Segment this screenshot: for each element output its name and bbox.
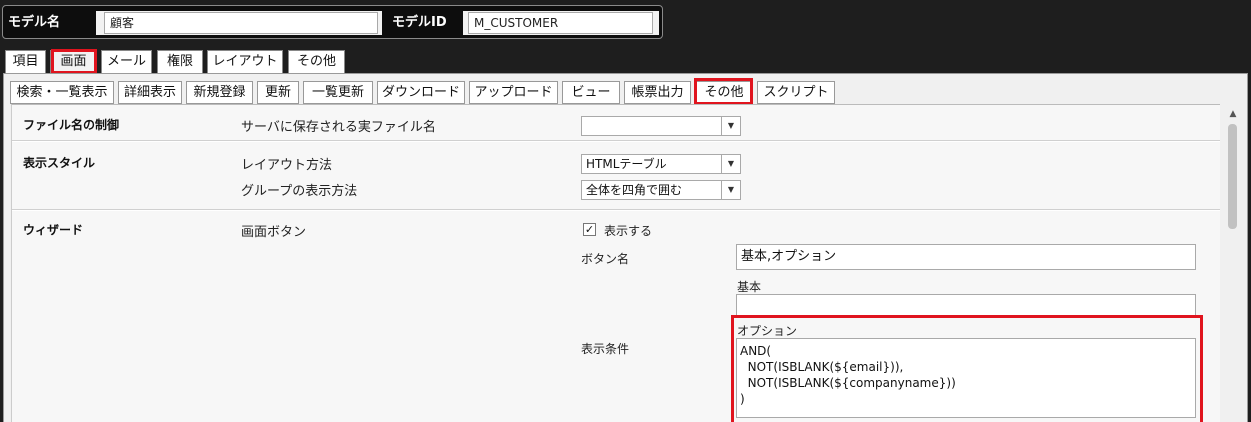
chevron-down-icon: ▼ (721, 181, 740, 199)
model-id-label: モデルID (392, 15, 447, 30)
file-name-label: サーバに保存される実ファイル名 (241, 120, 436, 135)
screen-button-label: 画面ボタン (241, 225, 307, 240)
subtab-new[interactable]: 新規登録 (186, 81, 253, 104)
highlight-screen-tab (51, 49, 97, 74)
display-style-title: 表示スタイル (23, 156, 96, 170)
display-style-section: 表示スタイル レイアウト方法 HTMLテーブル ▼ グループの表示方法 全体を四… (12, 142, 1220, 210)
button-name-label: ボタン名 (581, 252, 630, 266)
layout-method-value: HTMLテーブル (586, 157, 667, 171)
group-display-select[interactable]: 全体を四角で囲む ▼ (581, 180, 741, 200)
file-name-select[interactable]: ▼ (581, 116, 741, 136)
group-display-label: グループの表示方法 (241, 184, 358, 199)
subtab-detail[interactable]: 詳細表示 (118, 81, 182, 104)
group-display-value: 全体を四角で囲む (586, 183, 683, 197)
subtab-download[interactable]: ダウンロード (377, 81, 465, 104)
scroll-thumb[interactable] (1228, 124, 1237, 229)
model-name-field[interactable]: 顧客 (104, 12, 378, 34)
subtab-script[interactable]: スクリプト (757, 81, 835, 104)
tab-items[interactable]: 項目 (5, 50, 46, 73)
model-name-label: モデル名 (8, 15, 61, 30)
file-name-title: ファイル名の制御 (23, 118, 120, 132)
highlight-others-subtab (694, 78, 753, 105)
tab-others[interactable]: その他 (288, 50, 345, 73)
subtab-report[interactable]: 帳票出力 (624, 81, 691, 104)
basic-label: 基本 (737, 280, 762, 294)
condition-label: 表示条件 (581, 342, 630, 356)
show-checkbox-label: 表示する (604, 224, 653, 238)
file-name-section: ファイル名の制御 サーバに保存される実ファイル名 ▼ (12, 105, 1220, 141)
vertical-scrollbar[interactable]: ▲ (1221, 104, 1245, 422)
subtab-view[interactable]: ビュー (562, 81, 620, 104)
layout-method-label: レイアウト方法 (241, 158, 333, 173)
model-id-field[interactable]: M_CUSTOMER (468, 12, 653, 34)
tab-permissions[interactable]: 権限 (157, 50, 203, 73)
scroll-up-icon[interactable]: ▲ (1226, 107, 1240, 121)
tab-layout[interactable]: レイアウト (207, 50, 283, 73)
tab-mail[interactable]: メール (101, 50, 152, 73)
subtab-bulk-update[interactable]: 一覧更新 (303, 81, 373, 104)
wizard-title: ウィザード (23, 223, 84, 237)
button-name-input[interactable]: 基本,オプション (736, 244, 1196, 270)
subtab-search-list[interactable]: 検索・一覧表示 (10, 81, 114, 104)
model-header: モデル名 顧客 モデルID M_CUSTOMER (2, 5, 663, 39)
subtab-update[interactable]: 更新 (257, 81, 299, 104)
chevron-down-icon: ▼ (721, 117, 740, 135)
layout-method-select[interactable]: HTMLテーブル ▼ (581, 154, 741, 174)
chevron-down-icon: ▼ (721, 155, 740, 173)
show-checkbox[interactable]: ✓ (583, 223, 596, 236)
highlight-option-condition (731, 315, 1203, 422)
subtab-upload[interactable]: アップロード (469, 81, 558, 104)
main-panel: 検索・一覧表示 詳細表示 新規登録 更新 一覧更新 ダウンロード アップロード … (3, 73, 1248, 422)
